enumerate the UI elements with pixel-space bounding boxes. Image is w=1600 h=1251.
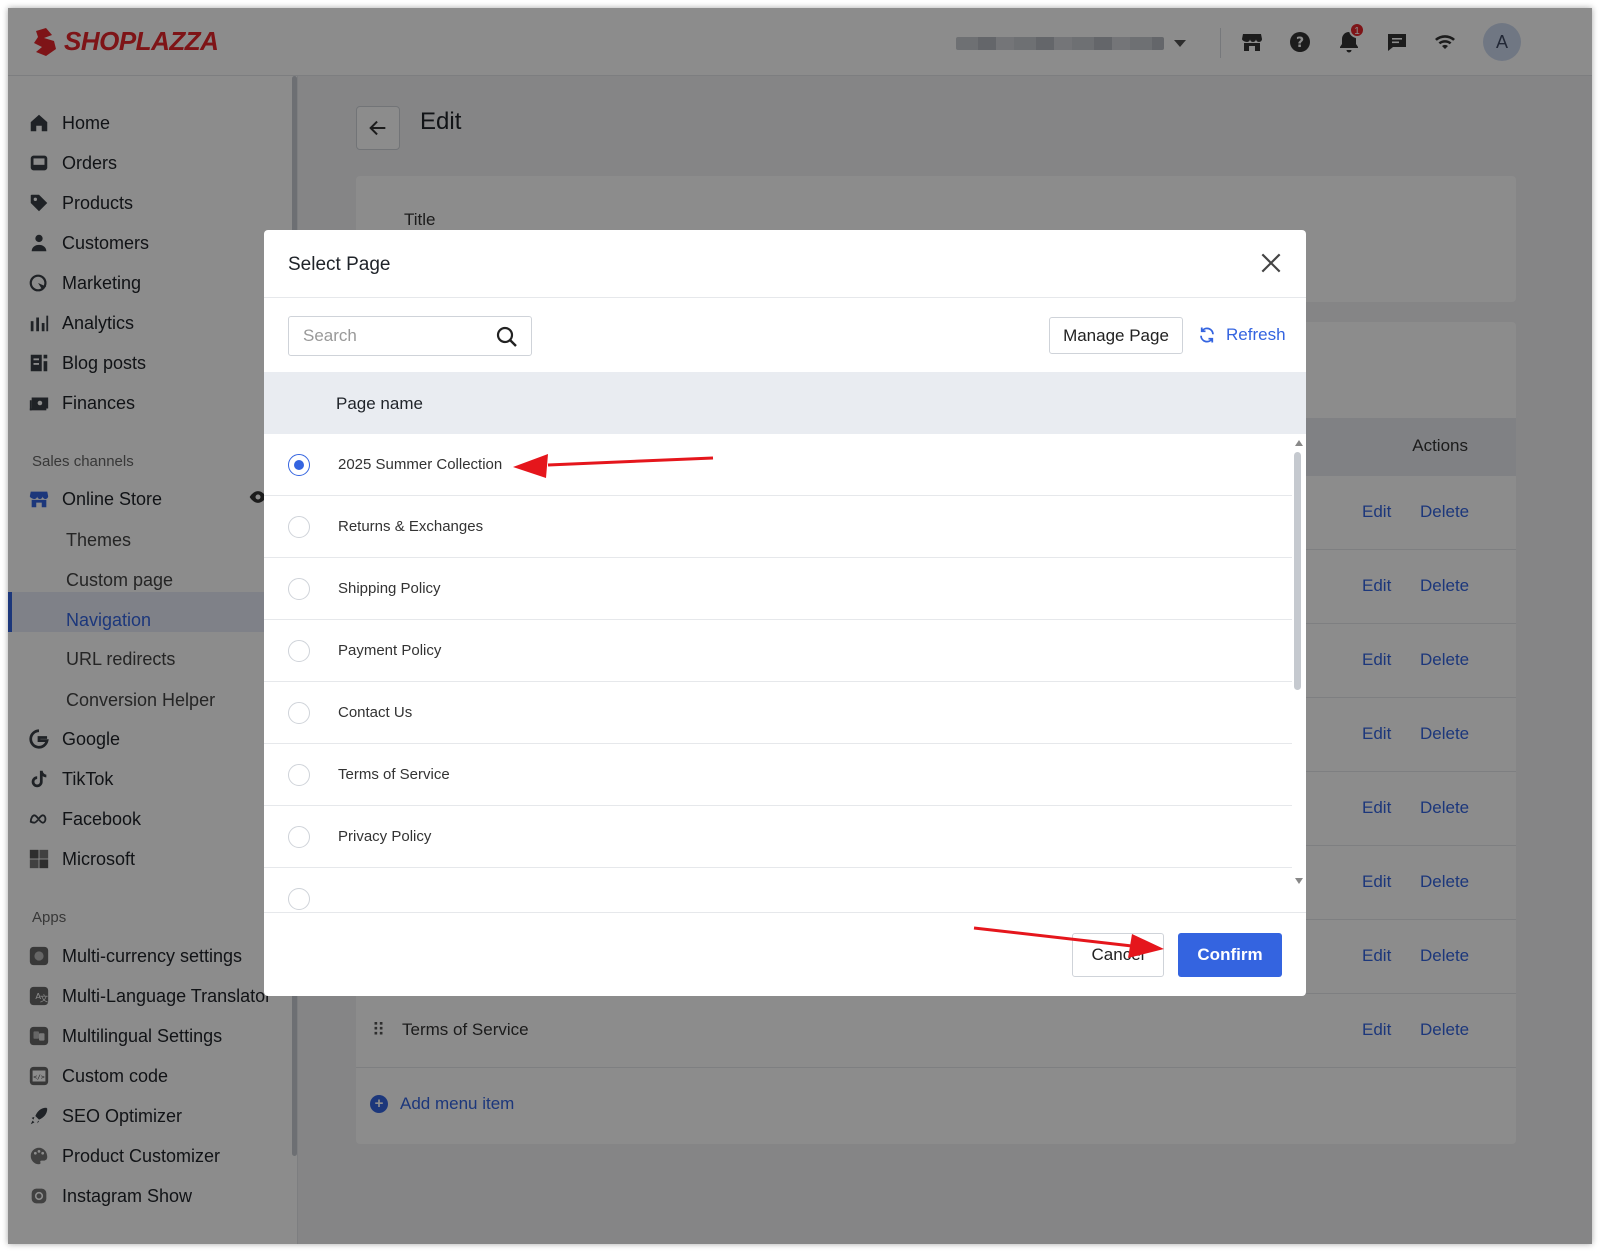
radio-selected[interactable] <box>288 454 310 476</box>
page-name: 2025 Summer Collection <box>338 456 503 473</box>
search-icon[interactable] <box>495 325 519 349</box>
list-item[interactable]: 2025 Summer Collection <box>264 434 1292 496</box>
search-field <box>288 316 532 356</box>
radio-unselected[interactable] <box>288 826 310 848</box>
list-item[interactable]: Contact Us <box>264 682 1292 744</box>
radio-unselected[interactable] <box>288 578 310 600</box>
page-name: Payment Policy <box>338 642 442 659</box>
dialog-footer: Cancel Confirm <box>264 912 1306 996</box>
list-item[interactable]: Payment Policy <box>264 620 1292 682</box>
radio-unselected[interactable] <box>288 516 310 538</box>
page-name: Returns & Exchanges <box>338 518 484 535</box>
page-list: 2025 Summer Collection Returns & Exchang… <box>264 434 1292 912</box>
refresh-button[interactable]: Refresh <box>1198 325 1286 345</box>
page-name: Contact Us <box>338 704 413 721</box>
scrollbar-thumb[interactable] <box>1294 452 1301 690</box>
cancel-button[interactable]: Cancel <box>1072 933 1164 977</box>
dialog-title: Select Page <box>288 254 391 275</box>
radio-unselected[interactable] <box>288 764 310 786</box>
list-item[interactable]: Returns & Exchanges <box>264 496 1292 558</box>
refresh-label: Refresh <box>1226 325 1286 344</box>
page-name: Terms of Service <box>338 766 450 783</box>
page-list-header: Page name <box>264 372 1306 434</box>
confirm-button[interactable]: Confirm <box>1178 933 1282 977</box>
radio-unselected[interactable] <box>288 640 310 662</box>
dialog-header: Select Page <box>264 230 1306 298</box>
app-window: SHOPLAZZA ? 1 A Home Orders Products Cus… <box>8 8 1592 1244</box>
page-name-column-header: Page name <box>336 394 423 413</box>
scroll-up-arrow-icon[interactable] <box>1295 440 1303 446</box>
list-item[interactable]: Terms of Service <box>264 744 1292 806</box>
list-item[interactable]: Shipping Policy <box>264 558 1292 620</box>
page-name: Shipping Policy <box>338 580 441 597</box>
radio-unselected[interactable] <box>288 888 310 910</box>
search-input[interactable] <box>289 317 485 355</box>
manage-page-button[interactable]: Manage Page <box>1049 317 1183 354</box>
select-page-dialog: Select Page Manage Page Refresh Page nam… <box>264 230 1306 996</box>
list-item[interactable]: Privacy Policy <box>264 806 1292 868</box>
page-name: Privacy Policy <box>338 828 432 845</box>
close-icon[interactable] <box>1258 250 1284 276</box>
radio-unselected[interactable] <box>288 702 310 724</box>
scroll-down-arrow-icon[interactable] <box>1295 878 1303 884</box>
refresh-icon <box>1200 327 1214 343</box>
list-item-partial[interactable] <box>264 868 1292 912</box>
